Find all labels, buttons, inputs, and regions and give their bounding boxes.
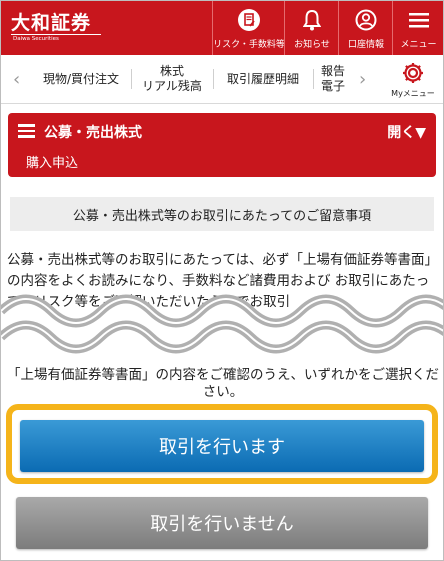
list-icon bbox=[18, 124, 35, 138]
logo-underline bbox=[11, 34, 101, 35]
ipo-panel: 公募・売出株式 開く▼ 購入申込 bbox=[8, 113, 436, 177]
user-circle-icon bbox=[339, 9, 393, 31]
decline-trade-button[interactable]: 取引を行いません bbox=[16, 497, 428, 549]
panel-title: 公募・売出株式 bbox=[44, 125, 142, 141]
account-info-label: 口座情報 bbox=[347, 40, 384, 50]
menu-button[interactable]: メニュー bbox=[392, 1, 443, 55]
nav-item-transaction-history[interactable]: 取引履歴明細 bbox=[219, 55, 307, 103]
nav-item-spot-buy-order[interactable]: 現物/買付注文 bbox=[35, 55, 127, 103]
nav-divider bbox=[213, 69, 214, 89]
my-menu-button[interactable]: Myメニュー bbox=[389, 55, 437, 103]
my-menu-label: Myメニュー bbox=[391, 89, 435, 98]
risk-fees-label: リスク・手数料等 bbox=[213, 40, 285, 50]
panel-expand-toggle[interactable]: 開く▼ bbox=[387, 122, 426, 142]
top-header: 大和証券 Daiwa Securities リスク・手数料等 お知らせ 口座情報… bbox=[1, 1, 443, 55]
risk-fees-button[interactable]: リスク・手数料等 bbox=[212, 1, 285, 55]
panel-subtitle: 購入申込 bbox=[26, 156, 79, 171]
proceed-trade-button[interactable]: 取引を行います bbox=[20, 420, 424, 472]
app-frame: 大和証券 Daiwa Securities リスク・手数料等 お知らせ 口座情報… bbox=[0, 0, 444, 561]
confirm-instruction: 「上場有価証券等書面」の内容をご確認のうえ、いずれかをご選択ください。 bbox=[7, 367, 439, 400]
sub-navigation: ‹ 現物/買付注文 株式 リアル残高 取引履歴明細 報告 電子 › Myメニュー bbox=[1, 55, 443, 104]
logo-text: 大和証券 bbox=[11, 12, 92, 34]
gear-icon bbox=[403, 63, 423, 83]
document-pen-icon bbox=[213, 9, 285, 31]
notifications-button[interactable]: お知らせ bbox=[284, 1, 339, 55]
scroll-left-arrow-icon[interactable]: ‹ bbox=[13, 69, 20, 90]
nav-divider bbox=[131, 69, 132, 89]
nav-item-stock-realtime-balance[interactable]: 株式 リアル残高 bbox=[135, 55, 209, 103]
notifications-label: お知らせ bbox=[294, 40, 330, 50]
nav-item-electronic-reports[interactable]: 報告 電子 bbox=[321, 55, 349, 103]
hamburger-icon bbox=[393, 9, 443, 31]
daiwa-logo[interactable]: 大和証券 Daiwa Securities bbox=[11, 8, 103, 46]
account-info-button[interactable]: 口座情報 bbox=[338, 1, 393, 55]
bell-icon bbox=[285, 9, 339, 31]
nav-divider bbox=[313, 69, 314, 89]
accept-button-highlight: 取引を行います bbox=[6, 404, 438, 484]
logo-subtext: Daiwa Securities bbox=[13, 36, 59, 42]
scroll-right-arrow-icon[interactable]: › bbox=[359, 69, 366, 90]
content-cut-wave bbox=[1, 294, 443, 365]
menu-label: メニュー bbox=[400, 40, 437, 50]
notice-heading: 公募・売出株式等のお取引にあたってのご留意事項 bbox=[10, 197, 434, 231]
